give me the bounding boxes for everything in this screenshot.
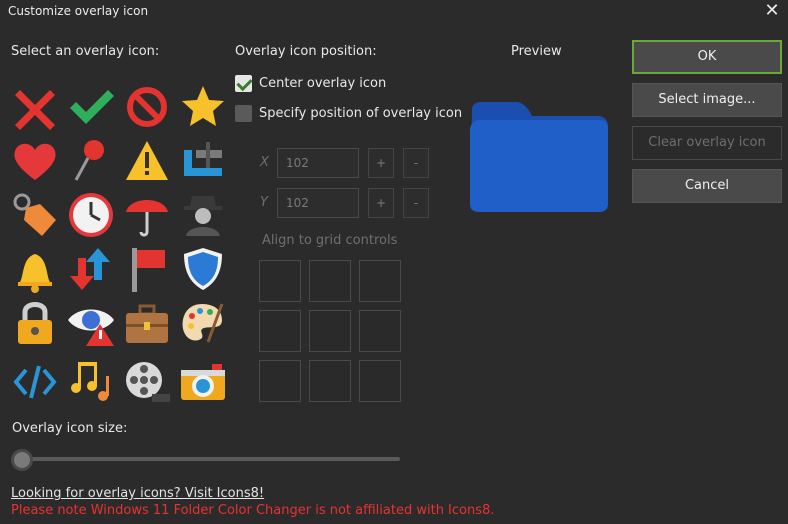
music-notes-icon[interactable] (66, 356, 116, 406)
padlock-icon[interactable] (10, 298, 60, 348)
prohibited-icon[interactable] (122, 82, 172, 132)
x-axis-label: X (260, 155, 269, 170)
code-icon[interactable] (10, 356, 60, 406)
heart-icon[interactable] (10, 136, 60, 186)
select-image-button[interactable]: Select image... (632, 83, 782, 117)
flag-icon[interactable] (122, 244, 172, 294)
size-slider-track[interactable] (12, 457, 400, 461)
spy-icon[interactable] (178, 190, 228, 240)
align-bottom-center[interactable] (309, 360, 351, 402)
palette-icon[interactable] (178, 298, 228, 348)
x-plus-button[interactable]: + (368, 148, 394, 178)
align-middle-left[interactable] (259, 310, 301, 352)
align-grid-label: Align to grid controls (262, 233, 398, 248)
y-axis-label: Y (260, 195, 268, 210)
x-minus-button[interactable]: - (403, 148, 429, 178)
briefcase-icon[interactable] (122, 298, 172, 348)
preview-label: Preview (511, 44, 562, 59)
warning-icon[interactable] (122, 136, 172, 186)
overlay-icon-grid (8, 80, 232, 410)
camera-icon[interactable] (178, 356, 228, 406)
align-bottom-left[interactable] (259, 360, 301, 402)
align-top-right[interactable] (359, 260, 401, 302)
pushpin-icon[interactable] (66, 136, 116, 186)
star-icon[interactable] (178, 82, 228, 132)
icons8-link[interactable]: Looking for overlay icons? Visit Icons8! (11, 486, 264, 501)
window-title: Customize overlay icon (8, 4, 149, 18)
cross-icon[interactable] (10, 82, 60, 132)
price-tag-icon[interactable] (10, 190, 60, 240)
umbrella-icon[interactable] (122, 190, 172, 240)
clock-icon[interactable] (66, 190, 116, 240)
clear-overlay-button[interactable]: Clear overlay icon (632, 126, 782, 160)
bell-icon[interactable] (10, 244, 60, 294)
eye-warning-icon[interactable] (66, 298, 116, 348)
cancel-button[interactable]: Cancel (632, 169, 782, 203)
ok-button[interactable]: OK (632, 40, 782, 74)
film-reel-icon[interactable] (122, 356, 172, 406)
affiliation-note: Please note Windows 11 Folder Color Chan… (11, 503, 495, 518)
specify-label[interactable]: Specify position of overlay icon (259, 106, 462, 121)
close-icon[interactable]: ✕ (762, 1, 782, 21)
size-slider-thumb[interactable] (11, 449, 33, 471)
icons-section-label: Select an overlay icon: (11, 44, 160, 59)
shield-icon[interactable] (178, 244, 228, 294)
checkmark-icon[interactable] (66, 82, 116, 132)
up-down-arrows-icon[interactable] (66, 244, 116, 294)
preview-folder-icon (468, 100, 610, 214)
position-label: Overlay icon position: (235, 44, 377, 59)
y-input[interactable]: 102 (277, 188, 359, 218)
align-top-center[interactable] (309, 260, 351, 302)
specify-checkbox[interactable] (235, 105, 252, 122)
clamp-icon[interactable] (178, 136, 228, 186)
align-grid (259, 260, 404, 405)
center-checkbox[interactable] (235, 75, 252, 92)
y-minus-button[interactable]: - (403, 188, 429, 218)
align-middle-center[interactable] (309, 310, 351, 352)
size-label: Overlay icon size: (12, 421, 128, 436)
y-plus-button[interactable]: + (368, 188, 394, 218)
align-bottom-right[interactable] (359, 360, 401, 402)
align-top-left[interactable] (259, 260, 301, 302)
align-middle-right[interactable] (359, 310, 401, 352)
center-label[interactable]: Center overlay icon (259, 76, 386, 91)
x-input[interactable]: 102 (277, 148, 359, 178)
